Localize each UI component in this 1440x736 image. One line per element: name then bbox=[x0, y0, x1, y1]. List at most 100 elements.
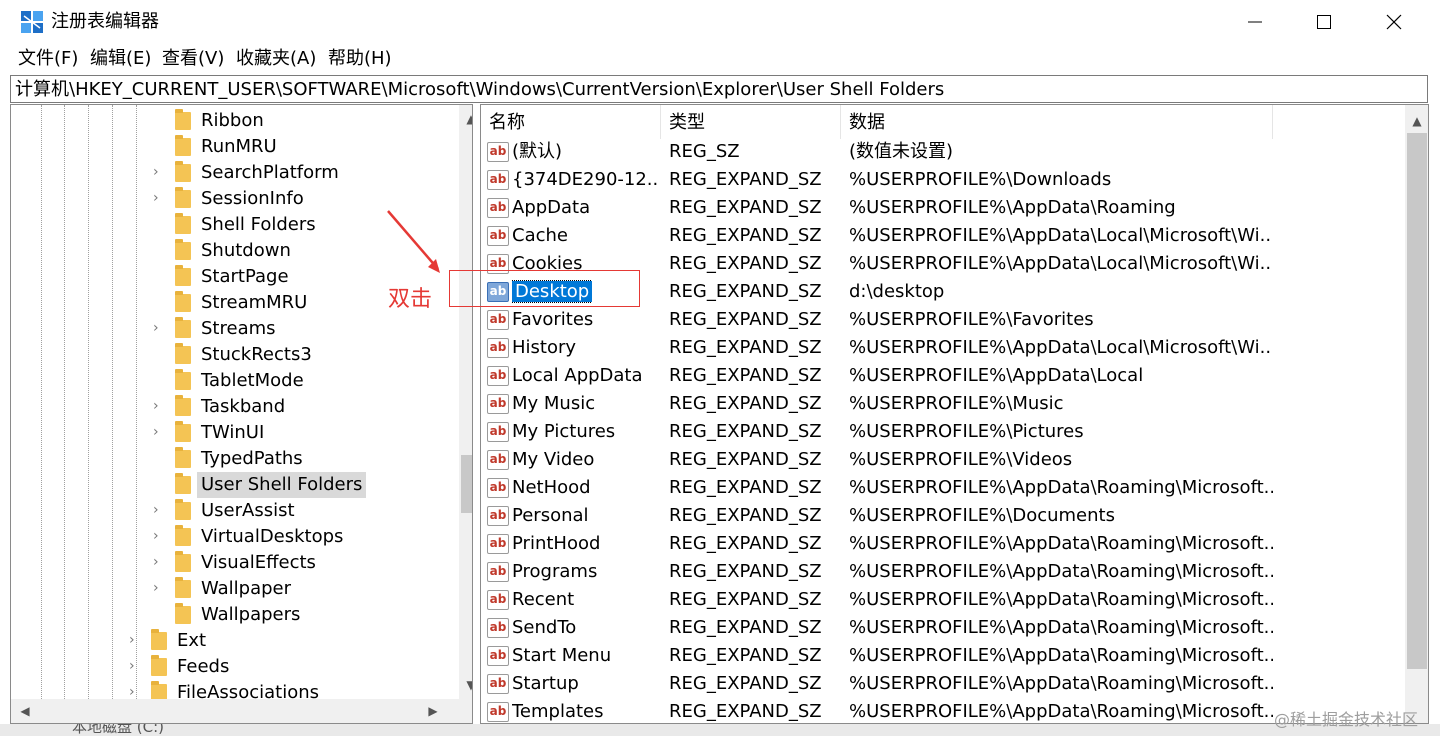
value-name[interactable]: PrintHood bbox=[512, 533, 600, 554]
value-row[interactable]: ab My Video REG_EXPAND_SZ %USERPROFILE%\Vid… bbox=[481, 446, 1406, 474]
column-header-data[interactable]: 数据 bbox=[841, 105, 1273, 139]
value-name-cell[interactable]: Favorites bbox=[512, 306, 658, 334]
tree-item-label[interactable]: Shutdown bbox=[197, 238, 295, 264]
value-row[interactable]: ab NetHood REG_EXPAND_SZ %USERPROFILE%\AppD… bbox=[481, 474, 1406, 502]
address-path[interactable]: 计算机\HKEY_CURRENT_USER\SOFTWARE\Microsoft… bbox=[15, 79, 944, 101]
expand-chevron-icon[interactable]: › bbox=[129, 684, 141, 700]
list-scroll-thumb[interactable] bbox=[1407, 133, 1427, 669]
value-name-cell[interactable]: NetHood bbox=[512, 474, 658, 502]
value-name[interactable]: (默认) bbox=[512, 141, 562, 162]
value-name-cell[interactable]: SendTo bbox=[512, 614, 658, 642]
value-name-cell[interactable]: Startup bbox=[512, 670, 658, 698]
expand-chevron-icon[interactable]: › bbox=[153, 320, 165, 336]
value-name[interactable]: My Video bbox=[512, 449, 594, 470]
expand-chevron-icon[interactable]: › bbox=[153, 528, 165, 544]
minimize-button[interactable] bbox=[1220, 0, 1290, 44]
address-bar[interactable]: 计算机\HKEY_CURRENT_USER\SOFTWARE\Microsoft… bbox=[10, 75, 1428, 103]
value-name[interactable]: History bbox=[512, 337, 576, 358]
tree-item-label[interactable]: RunMRU bbox=[197, 134, 281, 160]
value-name-cell[interactable]: My Music bbox=[512, 390, 658, 418]
tree-item-label[interactable]: SearchPlatform bbox=[197, 160, 343, 186]
value-name-cell[interactable]: Start Menu bbox=[512, 642, 658, 670]
value-name-cell[interactable]: {374DE290-12... bbox=[512, 166, 658, 194]
value-row[interactable]: ab Start Menu REG_EXPAND_SZ %USERPROFILE%\A… bbox=[481, 642, 1406, 670]
value-name[interactable]: Local AppData bbox=[512, 365, 643, 386]
tree-item-label[interactable]: Wallpaper bbox=[197, 576, 295, 602]
tree-item-label[interactable]: TabletMode bbox=[197, 368, 308, 394]
value-name[interactable]: Favorites bbox=[512, 309, 593, 330]
scroll-left-icon[interactable]: ◀ bbox=[15, 701, 35, 721]
value-name-cell[interactable]: Programs bbox=[512, 558, 658, 586]
value-name-cell[interactable]: Local AppData bbox=[512, 362, 658, 390]
value-name-cell[interactable]: Personal bbox=[512, 502, 658, 530]
value-row[interactable]: ab Personal REG_EXPAND_SZ %USERPROFILE%\Doc… bbox=[481, 502, 1406, 530]
scroll-up-icon[interactable]: ▲ bbox=[461, 109, 472, 129]
value-row[interactable]: ab AppData REG_EXPAND_SZ %USERPROFILE%\AppD… bbox=[481, 194, 1406, 222]
menu-edit[interactable]: 编辑(E) bbox=[90, 48, 151, 70]
value-name[interactable]: Start Menu bbox=[512, 645, 611, 666]
tree-item-label[interactable]: StartPage bbox=[197, 264, 293, 290]
value-name[interactable]: Programs bbox=[512, 561, 597, 582]
value-row[interactable]: ab Local AppData REG_EXPAND_SZ %USERPROFILE… bbox=[481, 362, 1406, 390]
tree-item-label[interactable]: StreamMRU bbox=[197, 290, 311, 316]
tree-item-label[interactable]: Ext bbox=[173, 628, 210, 654]
menu-favorites[interactable]: 收藏夹(A) bbox=[236, 48, 316, 70]
expand-chevron-icon[interactable]: › bbox=[153, 398, 165, 414]
value-name-cell[interactable]: PrintHood bbox=[512, 530, 658, 558]
menu-file[interactable]: 文件(F) bbox=[18, 48, 78, 70]
value-name-cell[interactable]: History bbox=[512, 334, 658, 362]
value-row[interactable]: ab History REG_EXPAND_SZ %USERPROFILE%\AppD… bbox=[481, 334, 1406, 362]
tree-horizontal-scrollbar[interactable]: ◀ ▶ bbox=[11, 699, 459, 723]
value-name[interactable]: NetHood bbox=[512, 477, 591, 498]
tree-item-label[interactable]: Feeds bbox=[173, 654, 233, 680]
value-name[interactable]: SendTo bbox=[512, 617, 576, 638]
scroll-up-icon[interactable]: ▲ bbox=[1407, 111, 1427, 131]
column-header-type[interactable]: 类型 bbox=[661, 105, 841, 139]
expand-chevron-icon[interactable]: › bbox=[153, 164, 165, 180]
value-row[interactable]: ab Templates REG_EXPAND_SZ %USERPROFILE%\Ap… bbox=[481, 698, 1406, 723]
value-row[interactable]: ab (默认) REG_SZ (数值未设置) bbox=[481, 138, 1406, 166]
expand-chevron-icon[interactable]: › bbox=[129, 658, 141, 674]
tree-item-label[interactable]: Shell Folders bbox=[197, 212, 320, 238]
menu-view[interactable]: 查看(V) bbox=[162, 48, 224, 70]
value-name[interactable]: {374DE290-12... bbox=[512, 169, 658, 190]
scroll-right-icon[interactable]: ▶ bbox=[423, 701, 443, 721]
tree-item-label[interactable]: VirtualDesktops bbox=[197, 524, 347, 550]
value-row[interactable]: ab PrintHood REG_EXPAND_SZ %USERPROFILE%\Ap… bbox=[481, 530, 1406, 558]
tree-item-label[interactable]: UserAssist bbox=[197, 498, 299, 524]
value-row[interactable]: ab Cache REG_EXPAND_SZ %USERPROFILE%\AppDat… bbox=[481, 222, 1406, 250]
value-name[interactable]: My Pictures bbox=[512, 421, 615, 442]
value-name-cell[interactable]: Cache bbox=[512, 222, 658, 250]
tree-item-label[interactable]: StuckRects3 bbox=[197, 342, 316, 368]
tree-item-label[interactable]: Wallpapers bbox=[197, 602, 304, 628]
expand-chevron-icon[interactable]: › bbox=[153, 424, 165, 440]
maximize-button[interactable] bbox=[1289, 0, 1359, 44]
tree-item-label[interactable]: Streams bbox=[197, 316, 280, 342]
value-name-cell[interactable]: My Pictures bbox=[512, 418, 658, 446]
menu-help[interactable]: 帮助(H) bbox=[328, 48, 392, 70]
column-header-name[interactable]: 名称 bbox=[481, 105, 661, 139]
expand-chevron-icon[interactable]: › bbox=[129, 632, 141, 648]
tree-item-label[interactable]: TWinUI bbox=[197, 420, 268, 446]
value-name-cell[interactable]: Templates bbox=[512, 698, 658, 723]
value-name-cell[interactable]: My Video bbox=[512, 446, 658, 474]
value-name[interactable]: AppData bbox=[512, 197, 590, 218]
value-name-cell[interactable]: Recent bbox=[512, 586, 658, 614]
tree-item-label[interactable]: TypedPaths bbox=[197, 446, 307, 472]
expand-chevron-icon[interactable]: › bbox=[153, 190, 165, 206]
value-row[interactable]: ab SendTo REG_EXPAND_SZ %USERPROFILE%\AppDa… bbox=[481, 614, 1406, 642]
tree-item-label[interactable]: User Shell Folders bbox=[197, 472, 367, 498]
scroll-down-icon[interactable]: ▼ bbox=[461, 675, 472, 695]
key-tree-pane[interactable]: Ribbon RunMRU › SearchPlatform › SessionInfo S… bbox=[10, 104, 473, 724]
value-name-cell[interactable]: (默认) bbox=[512, 138, 658, 166]
value-name[interactable]: Personal bbox=[512, 505, 589, 526]
value-name[interactable]: My Music bbox=[512, 393, 595, 414]
value-row[interactable]: ab My Music REG_EXPAND_SZ %USERPROFILE%\Mus… bbox=[481, 390, 1406, 418]
tree-item-label[interactable]: Ribbon bbox=[197, 108, 268, 134]
value-name[interactable]: Startup bbox=[512, 673, 579, 694]
value-row[interactable]: ab Startup REG_EXPAND_SZ %USERPROFILE%\AppD… bbox=[481, 670, 1406, 698]
tree-vertical-scrollbar[interactable]: ▲ ▼ bbox=[459, 105, 472, 699]
expand-chevron-icon[interactable]: › bbox=[153, 502, 165, 518]
value-row[interactable]: ab Recent REG_EXPAND_SZ %USERPROFILE%\AppDa… bbox=[481, 586, 1406, 614]
tree-item-label[interactable]: VisualEffects bbox=[197, 550, 320, 576]
